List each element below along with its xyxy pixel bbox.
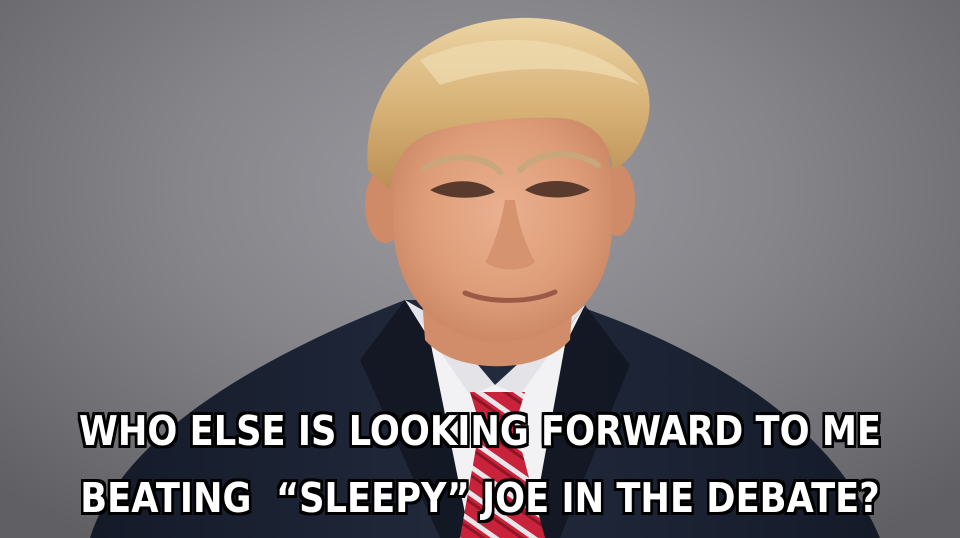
caption-bottom-line: BEATING “SLEEPY” JOE IN THE DEBATE? xyxy=(80,474,880,522)
portrait-photo xyxy=(90,17,880,538)
meme-image: WHO ELSE IS LOOKING FORWARD TO ME BEATIN… xyxy=(0,0,960,538)
caption-top-line: WHO ELSE IS LOOKING FORWARD TO ME xyxy=(78,407,882,455)
